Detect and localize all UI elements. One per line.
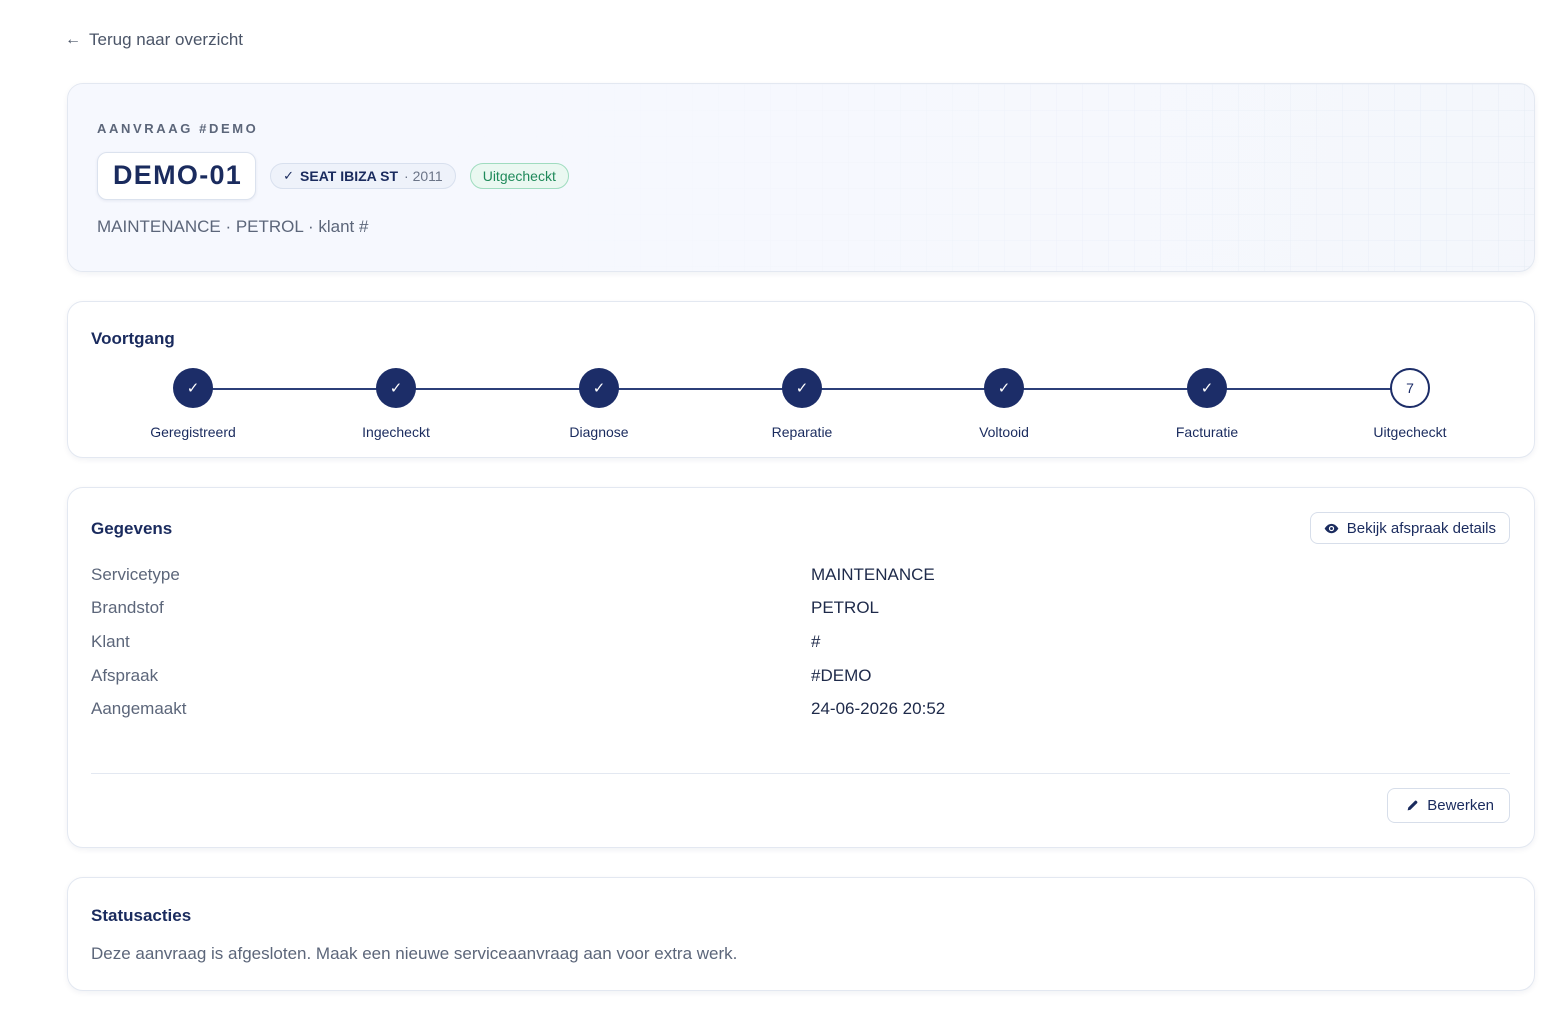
step-reparatie: ✓ Reparatie bbox=[732, 368, 872, 440]
step-label: Voltooid bbox=[979, 424, 1029, 440]
step-facturatie: ✓ Facturatie bbox=[1137, 368, 1277, 440]
detail-value: MAINTENANCE bbox=[811, 564, 935, 584]
check-icon: ✓ bbox=[173, 368, 213, 408]
back-link-label: Terug naar overzicht bbox=[89, 30, 244, 49]
detail-row-brandstof: Brandstof PETROL bbox=[91, 592, 1511, 626]
detail-row-klant: Klant # bbox=[91, 625, 1511, 659]
view-button-label: Bekijk afspraak details bbox=[1346, 519, 1496, 537]
step-uitgecheckt: 7 Uitgecheckt bbox=[1340, 368, 1480, 440]
step-geregistreerd: ✓ Geregistreerd bbox=[123, 368, 263, 440]
edit-button-label: Bewerken bbox=[1427, 797, 1494, 814]
check-icon: ✓ bbox=[782, 368, 822, 408]
check-icon: ✓ bbox=[579, 368, 619, 408]
edit-button[interactable]: Bewerken bbox=[1387, 788, 1510, 823]
progress-card: Voortgang ✓ Geregistreerd ✓ Ingecheckt ✓… bbox=[67, 301, 1535, 458]
eye-icon bbox=[1324, 521, 1339, 536]
view-appointment-details-button[interactable]: Bekijk afspraak details bbox=[1309, 512, 1510, 544]
detail-value: PETROL bbox=[811, 598, 880, 618]
status-actions-title: Statusacties bbox=[91, 906, 192, 925]
detail-value: #DEMO bbox=[811, 665, 872, 685]
details-divider bbox=[91, 773, 1510, 774]
arrow-left-icon: ← bbox=[65, 31, 81, 48]
request-subline: MAINTENANCE · PETROL · klant # bbox=[97, 217, 369, 236]
status-actions-card: Statusacties Deze aanvraag is afgesloten… bbox=[67, 877, 1535, 991]
vehicle-model: SEAT IBIZA ST bbox=[300, 168, 399, 184]
check-icon: ✓ bbox=[283, 168, 295, 183]
progress-title: Voortgang bbox=[91, 329, 175, 348]
step-number: 7 bbox=[1390, 368, 1430, 408]
step-label: Geregistreerd bbox=[150, 424, 236, 440]
step-label: Ingecheckt bbox=[362, 424, 430, 440]
details-card: Gegevens Bekijk afspraak details Service… bbox=[67, 487, 1535, 848]
step-voltooid: ✓ Voltooid bbox=[934, 368, 1074, 440]
detail-key: Servicetype bbox=[91, 564, 180, 584]
status-badge: Uitgecheckt bbox=[469, 163, 569, 189]
vehicle-year: · 2011 bbox=[404, 168, 443, 184]
check-icon: ✓ bbox=[984, 368, 1024, 408]
details-list: Servicetype MAINTENANCE Brandstof PETROL… bbox=[91, 558, 1511, 726]
detail-row-aangemaakt: Aangemaakt 24-06-2026 20:52 bbox=[91, 692, 1511, 726]
step-label: Reparatie bbox=[771, 424, 833, 440]
step-label: Facturatie bbox=[1175, 424, 1239, 440]
vehicle-chip: ✓ SEAT IBIZA ST · 2011 bbox=[270, 163, 456, 189]
header-title-row: DEMO-01 ✓ SEAT IBIZA ST · 2011 Uitgechec… bbox=[97, 152, 569, 200]
step-diagnose: ✓ Diagnose bbox=[529, 368, 669, 440]
detail-row-servicetype: Servicetype MAINTENANCE bbox=[91, 558, 1511, 592]
check-icon: ✓ bbox=[1187, 368, 1227, 408]
detail-value: # bbox=[811, 631, 821, 651]
page: ← Terug naar overzicht AANVRAAG #DEMO DE… bbox=[0, 0, 1554, 1012]
detail-key: Aangemaakt bbox=[91, 699, 187, 719]
request-header-card: AANVRAAG #DEMO DEMO-01 ✓ SEAT IBIZA ST ·… bbox=[67, 83, 1535, 272]
step-label: Diagnose bbox=[569, 424, 629, 440]
details-title: Gegevens bbox=[91, 519, 173, 538]
request-id: DEMO-01 bbox=[97, 152, 257, 200]
check-icon: ✓ bbox=[376, 368, 416, 408]
detail-key: Afspraak bbox=[91, 665, 159, 685]
detail-value: 24-06-2026 20:52 bbox=[811, 699, 946, 719]
back-link[interactable]: ← Terug naar overzicht bbox=[65, 30, 243, 50]
status-actions-message: Deze aanvraag is afgesloten. Maak een ni… bbox=[91, 944, 738, 963]
detail-row-afspraak: Afspraak #DEMO bbox=[91, 659, 1511, 693]
pencil-icon bbox=[1406, 799, 1419, 812]
step-label: Uitgecheckt bbox=[1373, 424, 1447, 440]
request-eyebrow: AANVRAAG #DEMO bbox=[97, 121, 259, 136]
detail-key: Brandstof bbox=[91, 598, 164, 618]
detail-key: Klant bbox=[91, 631, 130, 651]
step-ingecheckt: ✓ Ingecheckt bbox=[326, 368, 466, 440]
